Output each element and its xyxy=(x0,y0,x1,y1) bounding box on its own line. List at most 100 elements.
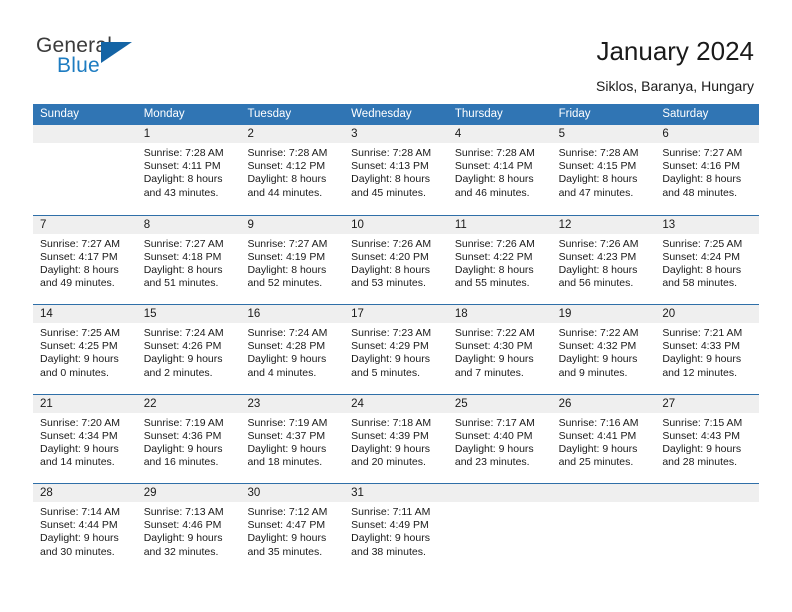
day-cell[interactable]: 5 Sunrise: 7:28 AM Sunset: 4:15 PM Dayli… xyxy=(551,125,656,215)
day-number: 1 xyxy=(136,125,241,143)
sunset-text: Sunset: 4:16 PM xyxy=(662,160,740,173)
daylight-text-line2: and 32 minutes. xyxy=(143,545,219,558)
day-details: Sunrise: 7:22 AM Sunset: 4:30 PM Dayligh… xyxy=(448,323,552,380)
day-details: Sunrise: 7:26 AM Sunset: 4:22 PM Dayligh… xyxy=(448,234,552,291)
day-cell[interactable]: 2 Sunrise: 7:28 AM Sunset: 4:12 PM Dayli… xyxy=(240,125,345,215)
day-cell[interactable] xyxy=(33,125,137,215)
day-cell[interactable]: 17 Sunrise: 7:23 AM Sunset: 4:29 PM Dayl… xyxy=(344,305,448,394)
daylight-text-line2: and 30 minutes. xyxy=(40,545,115,558)
daylight-text-line1: Daylight: 9 hours xyxy=(247,532,327,545)
daylight-text-line2: and 12 minutes. xyxy=(662,366,738,379)
day-cell[interactable]: 27 Sunrise: 7:15 AM Sunset: 4:43 PM Dayl… xyxy=(655,394,760,484)
day-cell[interactable]: 29 Sunrise: 7:13 AM Sunset: 4:46 PM Dayl… xyxy=(136,484,241,573)
day-details: Sunrise: 7:21 AM Sunset: 4:33 PM Dayligh… xyxy=(655,323,759,380)
day-number: 4 xyxy=(447,125,552,143)
day-cell[interactable]: 16 Sunrise: 7:24 AM Sunset: 4:28 PM Dayl… xyxy=(240,305,345,394)
day-number: 14 xyxy=(33,305,137,323)
day-number: 8 xyxy=(136,215,241,234)
day-number: 31 xyxy=(344,484,448,502)
day-details: Sunrise: 7:24 AM Sunset: 4:28 PM Dayligh… xyxy=(240,323,344,380)
sunrise-text: Sunrise: 7:23 AM xyxy=(351,327,432,339)
day-details: Sunrise: 7:19 AM Sunset: 4:37 PM Dayligh… xyxy=(240,413,344,470)
sunset-text: Sunset: 4:11 PM xyxy=(143,160,221,173)
daylight-text-line1: Daylight: 9 hours xyxy=(351,353,430,366)
day-details: Sunrise: 7:26 AM Sunset: 4:23 PM Dayligh… xyxy=(552,234,656,291)
day-cell[interactable]: 13 Sunrise: 7:25 AM Sunset: 4:24 PM Dayl… xyxy=(655,215,760,305)
sunset-text: Sunset: 4:29 PM xyxy=(351,340,429,353)
sunset-text: Sunset: 4:23 PM xyxy=(558,250,637,263)
day-cell[interactable] xyxy=(655,484,760,573)
sunrise-text: Sunrise: 7:14 AM xyxy=(40,506,120,518)
day-cell[interactable]: 9 Sunrise: 7:27 AM Sunset: 4:19 PM Dayli… xyxy=(240,215,345,305)
day-cell[interactable]: 18 Sunrise: 7:22 AM Sunset: 4:30 PM Dayl… xyxy=(447,305,552,394)
day-cell[interactable]: 15 Sunrise: 7:24 AM Sunset: 4:26 PM Dayl… xyxy=(136,305,241,394)
day-number: 22 xyxy=(136,394,241,413)
page-subtitle: Siklos, Baranya, Hungary xyxy=(596,78,754,94)
daylight-text-line2: and 23 minutes. xyxy=(454,456,530,469)
weekday-header-wednesday: Wednesday xyxy=(351,108,412,120)
daylight-text-line2: and 48 minutes. xyxy=(662,186,738,199)
day-details: Sunrise: 7:27 AM Sunset: 4:19 PM Dayligh… xyxy=(240,234,344,291)
day-cell[interactable]: 21 Sunrise: 7:20 AM Sunset: 4:34 PM Dayl… xyxy=(33,394,137,484)
day-details: Sunrise: 7:23 AM Sunset: 4:29 PM Dayligh… xyxy=(344,323,448,380)
sunrise-text: Sunrise: 7:28 AM xyxy=(247,147,328,159)
daylight-text-line2: and 53 minutes. xyxy=(351,277,426,290)
day-cell[interactable]: 4 Sunrise: 7:28 AM Sunset: 4:14 PM Dayli… xyxy=(447,125,552,215)
day-cell[interactable]: 1 Sunrise: 7:28 AM Sunset: 4:11 PM Dayli… xyxy=(136,125,241,215)
sunset-text: Sunset: 4:19 PM xyxy=(247,250,326,263)
day-number: 15 xyxy=(136,305,241,323)
daylight-text-line2: and 25 minutes. xyxy=(558,456,634,469)
day-cell[interactable]: 3 Sunrise: 7:28 AM Sunset: 4:13 PM Dayli… xyxy=(344,125,448,215)
daylight-text-line1: Daylight: 8 hours xyxy=(454,263,534,276)
day-cell[interactable]: 31 Sunrise: 7:11 AM Sunset: 4:49 PM Dayl… xyxy=(344,484,448,573)
day-cell[interactable]: 24 Sunrise: 7:18 AM Sunset: 4:39 PM Dayl… xyxy=(344,394,448,484)
day-details: Sunrise: 7:14 AM Sunset: 4:44 PM Dayligh… xyxy=(33,502,137,559)
day-cell[interactable] xyxy=(447,484,552,573)
day-cell[interactable]: 7 Sunrise: 7:27 AM Sunset: 4:17 PM Dayli… xyxy=(33,215,137,305)
day-number: 13 xyxy=(655,215,760,234)
day-cell[interactable] xyxy=(551,484,656,573)
day-details: Sunrise: 7:28 AM Sunset: 4:11 PM Dayligh… xyxy=(137,143,241,200)
daylight-text-line1: Daylight: 8 hours xyxy=(662,263,742,276)
day-cell[interactable]: 10 Sunrise: 7:26 AM Sunset: 4:20 PM Dayl… xyxy=(344,215,448,305)
day-details: Sunrise: 7:26 AM Sunset: 4:20 PM Dayligh… xyxy=(344,234,448,291)
day-cell[interactable]: 26 Sunrise: 7:16 AM Sunset: 4:41 PM Dayl… xyxy=(551,394,656,484)
daylight-text-line2: and 58 minutes. xyxy=(662,277,738,290)
sunrise-text: Sunrise: 7:20 AM xyxy=(40,416,120,429)
day-number: 19 xyxy=(551,305,656,323)
daylight-text-line1: Daylight: 9 hours xyxy=(558,353,638,366)
day-cell[interactable]: 28 Sunrise: 7:14 AM Sunset: 4:44 PM Dayl… xyxy=(33,484,137,573)
day-cell[interactable]: 8 Sunrise: 7:27 AM Sunset: 4:18 PM Dayli… xyxy=(136,215,241,305)
weekday-header-monday: Monday xyxy=(143,108,185,120)
day-number: 3 xyxy=(344,125,448,143)
daylight-text-line2: and 9 minutes. xyxy=(558,366,628,379)
weekday-header-saturday: Saturday xyxy=(662,108,709,120)
day-cell[interactable]: 12 Sunrise: 7:26 AM Sunset: 4:23 PM Dayl… xyxy=(551,215,656,305)
day-details: Sunrise: 7:20 AM Sunset: 4:34 PM Dayligh… xyxy=(33,413,137,470)
day-cell[interactable]: 22 Sunrise: 7:19 AM Sunset: 4:36 PM Dayl… xyxy=(136,394,241,484)
calendar-page: General Blue January 2024 Siklos, Barany… xyxy=(0,0,792,612)
daylight-text-line1: Daylight: 8 hours xyxy=(247,263,327,276)
sunrise-text: Sunrise: 7:27 AM xyxy=(662,147,743,159)
daylight-text-line1: Daylight: 9 hours xyxy=(40,353,119,366)
day-cell[interactable]: 6 Sunrise: 7:27 AM Sunset: 4:16 PM Dayli… xyxy=(655,125,760,215)
day-cell[interactable]: 25 Sunrise: 7:17 AM Sunset: 4:40 PM Dayl… xyxy=(447,394,552,484)
daylight-text-line2: and 2 minutes. xyxy=(143,366,213,379)
day-cell[interactable]: 20 Sunrise: 7:21 AM Sunset: 4:33 PM Dayl… xyxy=(655,305,760,394)
weekday-header-friday: Friday xyxy=(558,108,591,120)
sunset-text: Sunset: 4:20 PM xyxy=(351,250,429,263)
day-details: Sunrise: 7:27 AM Sunset: 4:17 PM Dayligh… xyxy=(33,234,137,291)
daylight-text-line2: and 56 minutes. xyxy=(558,277,634,290)
day-cell[interactable]: 30 Sunrise: 7:12 AM Sunset: 4:47 PM Dayl… xyxy=(240,484,345,573)
day-number: 25 xyxy=(447,394,552,413)
day-details: Sunrise: 7:13 AM Sunset: 4:46 PM Dayligh… xyxy=(137,502,241,559)
daylight-text-line1: Daylight: 9 hours xyxy=(143,353,223,366)
day-cell[interactable]: 23 Sunrise: 7:19 AM Sunset: 4:37 PM Dayl… xyxy=(240,394,345,484)
sunrise-text: Sunrise: 7:15 AM xyxy=(662,416,743,429)
sunset-text: Sunset: 4:47 PM xyxy=(247,519,326,532)
calendar-grid: Sunday Monday Tuesday Wednesday Thursday… xyxy=(33,104,760,573)
general-blue-logo[interactable]: General Blue xyxy=(36,34,156,84)
day-cell[interactable]: 14 Sunrise: 7:25 AM Sunset: 4:25 PM Dayl… xyxy=(33,305,137,394)
day-cell[interactable]: 11 Sunrise: 7:26 AM Sunset: 4:22 PM Dayl… xyxy=(447,215,552,305)
day-cell[interactable]: 19 Sunrise: 7:22 AM Sunset: 4:32 PM Dayl… xyxy=(551,305,656,394)
